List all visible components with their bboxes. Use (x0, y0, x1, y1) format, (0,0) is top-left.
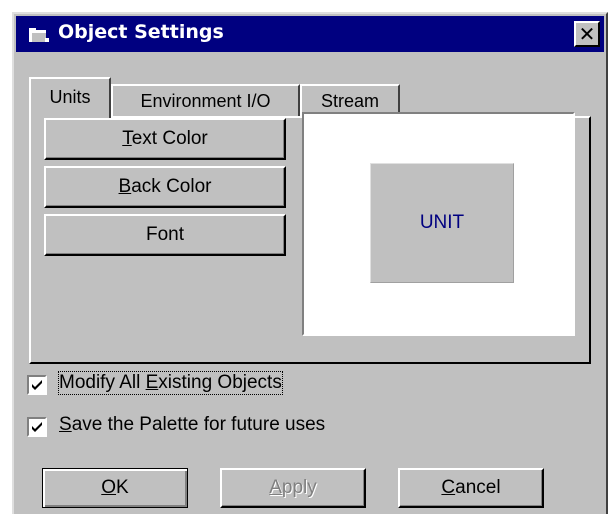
cancel-button[interactable]: Cancel (398, 468, 544, 508)
close-button[interactable]: ✕ (574, 21, 600, 47)
ok-label: K (116, 477, 129, 498)
modify-all-label-part1: Modify All (59, 372, 146, 393)
tab-environment-io[interactable]: Environment I/O (111, 84, 300, 116)
modify-all-label-part2: xisting Objects (158, 372, 282, 393)
back-color-button[interactable]: Back Color (44, 166, 286, 208)
object-settings-dialog: Object Settings ✕ Units Environment I/O … (12, 12, 608, 514)
apply-button[interactable]: Apply (220, 468, 366, 508)
modify-all-mnemonic: E (145, 372, 159, 393)
window-title: Object Settings (58, 21, 224, 43)
text-color-button[interactable]: Text Color (44, 118, 286, 160)
close-icon: ✕ (578, 22, 596, 46)
cancel-label: ancel (455, 477, 501, 498)
cancel-mnemonic: C (441, 477, 456, 498)
tab-units-label: Units (49, 87, 91, 107)
unit-preview-box: UNIT (370, 163, 514, 283)
modify-all-checkbox[interactable] (27, 375, 47, 395)
tab-units[interactable]: Units (29, 77, 111, 118)
unit-preview-text: UNIT (419, 212, 465, 233)
title-bar[interactable]: Object Settings ✕ (16, 16, 604, 52)
apply-mnemonic: A (269, 477, 282, 498)
text-color-label: ext Color (131, 128, 208, 149)
apply-label: pply (281, 477, 317, 498)
back-color-label: ack Color (131, 176, 212, 197)
ok-button[interactable]: OK (42, 468, 188, 508)
save-palette-checkbox[interactable] (27, 417, 47, 437)
save-palette-mnemonic: S (59, 414, 72, 435)
tab-stream-label: Stream (320, 91, 380, 111)
checkmark-icon (32, 380, 42, 390)
font-button[interactable]: Font (44, 214, 286, 256)
save-palette-label[interactable]: Save the Palette for future uses (59, 414, 325, 436)
tab-environment-io-label: Environment I/O (140, 91, 271, 111)
text-color-mnemonic: T (122, 128, 132, 149)
save-palette-label-text: ave the Palette for future uses (71, 414, 326, 435)
modify-all-label[interactable]: Modify All Existing Objects (58, 371, 283, 395)
checkmark-icon (32, 422, 42, 432)
ok-mnemonic: O (101, 477, 117, 498)
preview-pane: UNIT (302, 112, 575, 336)
folder-app-icon (28, 26, 50, 43)
font-label: Font (145, 224, 185, 245)
back-color-mnemonic: B (118, 176, 132, 197)
